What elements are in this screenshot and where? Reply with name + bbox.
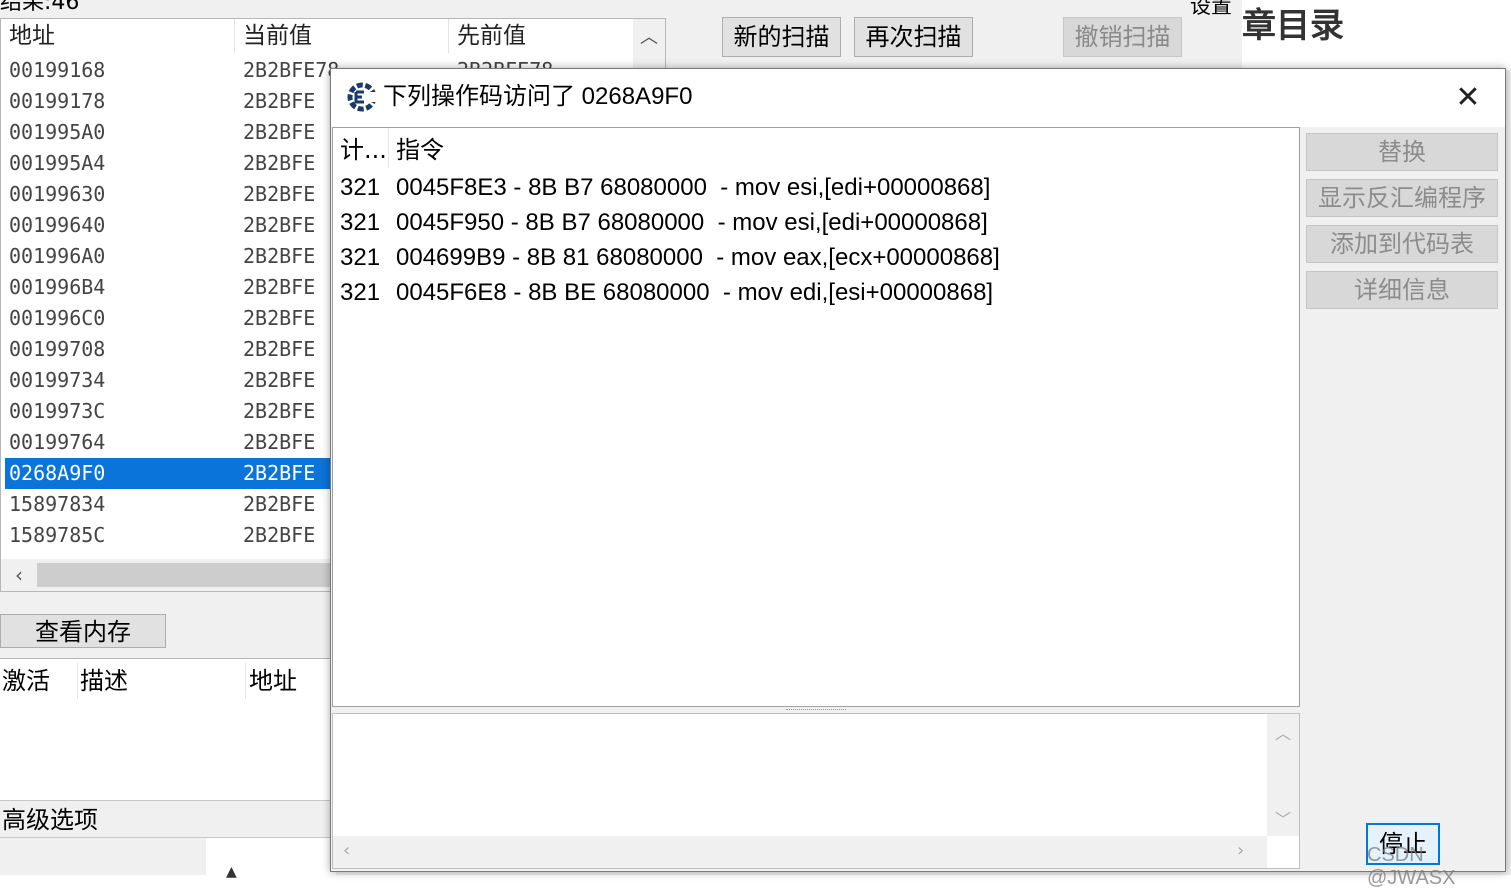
scroll-down-icon[interactable]: ﹀ (1267, 806, 1299, 830)
cell-current-value: 2B2BFE (243, 368, 316, 392)
cell-current-value: 2B2BFE (243, 461, 316, 485)
cell-address: 0268A9F0 (9, 461, 106, 485)
scroll-up-icon[interactable]: ︿ (1267, 720, 1299, 744)
advanced-options-bar[interactable]: 高级选项 (0, 800, 340, 838)
opcode-instruction: 0045F6E8 - 8B BE 68080000 - mov edi,[esi… (396, 279, 994, 306)
table-row[interactable]: 15897834 2B2BFE (5, 489, 331, 520)
next-scan-button[interactable]: 再次扫描 (854, 17, 973, 57)
cell-current-value: 2B2BFE (243, 120, 316, 144)
opcode-access-dialog: 下列操作码访问了 0268A9F0 ✕ 计... 指令 321 0045F8E3 … (330, 68, 1506, 889)
opcode-instruction: 0045F8E3 - 8B B7 68080000 - mov esi,[edi… (396, 174, 991, 201)
cell-current-value: 2B2BFE (243, 492, 316, 516)
cell-address: 00199178 (9, 89, 106, 113)
cheat-engine-icon (347, 82, 377, 112)
replace-button[interactable]: 替换 (1306, 133, 1498, 171)
dialog-title: 下列操作码访问了 0268A9F0 (383, 83, 693, 110)
close-icon[interactable]: ✕ (1443, 75, 1493, 121)
caret-up-icon: ▲ (226, 864, 237, 880)
cell-address: 00199764 (9, 430, 106, 454)
opcode-count: 321 (340, 209, 381, 236)
opcode-count: 321 (340, 174, 381, 201)
cell-address: 00199630 (9, 182, 106, 206)
table-row[interactable]: 001996B4 2B2BFE (5, 272, 331, 303)
cell-current-value: 2B2BFE (243, 182, 316, 206)
col-instruction[interactable]: 指令 (389, 128, 639, 168)
cell-address: 001996C0 (9, 306, 106, 330)
scroll-thumb[interactable] (37, 563, 337, 587)
cell-address: 001996A0 (9, 244, 106, 268)
memo-horizontal-scrollbar[interactable]: ‹ › (333, 836, 1267, 868)
col-count[interactable]: 计... (333, 128, 389, 168)
col-table-address[interactable]: 地址 (249, 663, 339, 699)
cell-address: 00199640 (9, 213, 106, 237)
table-row[interactable]: 00199640 2B2BFE (5, 210, 331, 241)
table-row[interactable]: 0019973C 2B2BFE (5, 396, 331, 427)
table-row[interactable]: 1589785C 2B2BFE (5, 520, 331, 551)
table-row[interactable]: 00199734 2B2BFE (5, 365, 331, 396)
scroll-right-icon[interactable]: › (1237, 840, 1244, 861)
cell-current-value: 2B2BFE (243, 89, 316, 113)
undo-scan-button[interactable]: 撤销扫描 (1063, 17, 1182, 57)
cell-current-value: 2B2BFE (243, 523, 316, 547)
opcode-count: 321 (340, 279, 381, 306)
cell-current-value: 2B2BFE (243, 244, 316, 268)
cell-current-value: 2B2BFE (243, 430, 316, 454)
table-row[interactable]: 001996A0 2B2BFE (5, 241, 331, 272)
view-memory-button[interactable]: 查看内存 (0, 614, 166, 648)
scroll-left-icon[interactable]: ‹ (343, 840, 350, 861)
col-address[interactable]: 地址 (1, 19, 235, 53)
opcode-count: 321 (340, 244, 381, 271)
table-row[interactable]: 00199168 2B2BFE78 (5, 55, 339, 86)
info-memo[interactable]: ︿ ﹀ ‹ › (332, 713, 1300, 869)
cell-address: 15897834 (9, 492, 106, 516)
results-header: 地址 当前值 先前值 (1, 19, 633, 53)
cell-current-value: 2B2BFE (243, 399, 316, 423)
opcode-instruction: 0045F950 - 8B B7 68080000 - mov esi,[edi… (396, 209, 988, 236)
col-current-value[interactable]: 当前值 (235, 19, 449, 53)
table-row[interactable]: 00199630 2B2BFE (5, 179, 331, 210)
blog-toc-title: 章目录 (1242, 6, 1344, 46)
cell-address: 00199708 (9, 337, 106, 361)
col-previous-value[interactable]: 先前值 (449, 19, 633, 53)
cell-address: 0019973C (9, 399, 106, 423)
cell-current-value: 2B2BFE78 (243, 58, 340, 82)
opcode-instruction: 004699B9 - 8B 81 68080000 - mov eax,[ecx… (396, 244, 1000, 271)
new-scan-button[interactable]: 新的扫描 (722, 17, 841, 57)
cell-current-value: 2B2BFE (243, 337, 316, 361)
table-row[interactable]: 001995A4 2B2BFE (5, 148, 331, 179)
results-count-label: 结果:46 (0, 0, 80, 15)
watermark: CSDN @JWASX (1367, 844, 1456, 889)
cheat-table-list[interactable]: 激活 描述 地址 (0, 658, 340, 800)
cell-address: 001995A0 (9, 120, 106, 144)
advanced-options-label[interactable]: 高级选项 (2, 805, 98, 835)
cell-current-value: 2B2BFE (243, 306, 316, 330)
show-disassembler-button[interactable]: 显示反汇编程序 (1306, 179, 1498, 217)
cell-current-value: 2B2BFE (243, 275, 316, 299)
cell-address: 001995A4 (9, 151, 106, 175)
cell-address: 001996B4 (9, 275, 106, 299)
table-row[interactable]: 00199708 2B2BFE (5, 334, 331, 365)
scroll-left-icon[interactable]: ‹ (5, 561, 33, 589)
table-row[interactable]: 00199178 2B2BFE (5, 86, 331, 117)
cell-address: 1589785C (9, 523, 106, 547)
scroll-up-icon[interactable]: ︿ (633, 23, 665, 53)
table-row[interactable]: 001995A0 2B2BFE (5, 117, 331, 148)
cell-address: 00199734 (9, 368, 106, 392)
cell-current-value: 2B2BFE (243, 213, 316, 237)
table-row[interactable]: 001996C0 2B2BFE (5, 303, 331, 334)
col-active[interactable]: 激活 (2, 663, 78, 699)
col-description[interactable]: 描述 (80, 663, 246, 699)
settings-label[interactable]: 设置 (1190, 0, 1232, 18)
more-info-button[interactable]: 详细信息 (1306, 271, 1498, 309)
splitter-grip[interactable] (786, 709, 846, 711)
opcode-list[interactable]: 计... 指令 321 0045F8E3 - 8B B7 68080000 - m… (332, 127, 1300, 707)
cell-address: 00199168 (9, 58, 106, 82)
dialog-titlebar[interactable]: 下列操作码访问了 0268A9F0 ✕ (331, 69, 1505, 127)
cell-current-value: 2B2BFE (243, 151, 316, 175)
table-row[interactable]: 00199764 2B2BFE (5, 427, 331, 458)
table-row-selected[interactable]: 0268A9F0 2B2BFE (5, 458, 331, 489)
add-to-codelist-button[interactable]: 添加到代码表 (1306, 225, 1498, 263)
